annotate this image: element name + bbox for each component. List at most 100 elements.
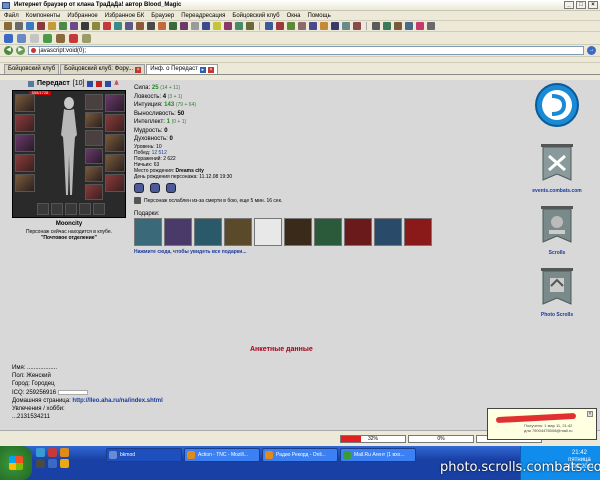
app-icon[interactable] [48,459,57,468]
badge-icon[interactable] [150,183,160,193]
equipment-slot[interactable] [105,114,125,132]
tab-close-icon[interactable]: × [207,66,214,73]
toolbar-icon[interactable] [394,22,402,30]
toolbar-icon[interactable] [276,22,284,30]
toolbar-icon[interactable] [213,22,221,30]
equipment-slot[interactable] [85,148,103,164]
info-icon[interactable] [87,80,94,87]
toolbar-icon[interactable] [298,22,306,30]
toolbar-icon[interactable] [331,22,339,30]
taskbar-item-firefox[interactable]: Action - TNC - Mozill... [184,448,260,462]
gift-item[interactable] [404,218,432,246]
toolbar-icon[interactable] [202,22,210,30]
toolbar-icon[interactable] [224,22,232,30]
sidebar-photo-scrolls[interactable]: Photo Scrolls [530,266,584,318]
tab-fight-club[interactable]: Бойцовский клуб [4,64,60,74]
start-button[interactable] [0,446,32,480]
gift-item[interactable] [224,218,252,246]
back-arrow-icon[interactable]: ◀ [4,46,13,55]
gift-item[interactable] [164,218,192,246]
menu-windows[interactable]: Окна [287,11,301,20]
gift-item[interactable] [314,218,342,246]
toolbar-icon[interactable] [59,22,67,30]
forward-icon[interactable] [17,33,26,43]
sidebar-events[interactable]: events.combats.com [530,142,584,194]
toolbar-icon[interactable] [309,22,317,30]
favorites-icon[interactable] [69,33,78,43]
equipment-slot[interactable] [85,112,103,128]
tab-character-info[interactable]: Инф. о Передаст ▸ × [146,64,218,74]
firefox-icon[interactable] [60,448,69,457]
equipment-slot[interactable] [51,203,63,215]
toolbar-icon[interactable] [191,22,199,30]
gift-item[interactable] [194,218,222,246]
homepage-link[interactable]: http://lleo.aha.ru/na/index.shtml [72,398,162,404]
toolbar-icon[interactable] [125,22,133,30]
equipment-slot[interactable] [105,134,125,152]
settings-icon[interactable] [82,33,91,43]
back-icon[interactable] [4,33,13,43]
equipment-slot[interactable] [85,94,103,110]
maximize-button[interactable]: □ [576,1,586,9]
menu-file[interactable]: Файл [4,11,19,20]
toolbar-icon[interactable] [70,22,78,30]
toolbar-icon[interactable] [180,22,188,30]
taskbar-item-bkmod[interactable]: bkmod [106,448,182,462]
equipment-slot[interactable] [105,174,125,192]
equipment-slot[interactable] [15,154,35,172]
taskbar-item-mailru[interactable]: Mail.Ru Агент (1 вхо... [340,448,416,462]
gift-item[interactable] [254,218,282,246]
equipment-slot[interactable] [15,134,35,152]
menu-components[interactable]: Компоненты [26,11,61,20]
equipment-slot[interactable] [37,203,49,215]
toolbar-icon[interactable] [405,22,413,30]
opera-icon[interactable] [48,448,57,457]
equipment-slot[interactable] [85,130,103,146]
toolbar-icon[interactable] [37,22,45,30]
app-icon[interactable] [60,459,69,468]
equipment-slot[interactable] [15,94,35,112]
menu-browser[interactable]: Браузер [151,11,174,20]
toolbar-icon[interactable] [48,22,56,30]
toolbar-icon[interactable] [169,22,177,30]
toolbar-icon[interactable] [416,22,424,30]
equipment-slot[interactable] [79,203,91,215]
toolbar-icon[interactable] [92,22,100,30]
toolbar-icon[interactable] [15,22,23,30]
equipment-slot[interactable] [105,94,125,112]
equipment-slot[interactable] [15,114,35,132]
ie-icon[interactable] [36,448,45,457]
gift-item[interactable] [374,218,402,246]
badge-icon[interactable] [134,183,144,193]
mail-notification-tooltip[interactable]: × Получено: 1 мар 11, 21:42 для 79004478… [487,408,597,440]
toolbar-icon[interactable] [353,22,361,30]
toolbar-icon[interactable] [158,22,166,30]
toolbar-icon[interactable] [372,22,380,30]
minimize-button[interactable]: _ [564,1,574,9]
toolbar-icon[interactable] [81,22,89,30]
menu-favorites-bk[interactable]: Избранное БК [105,11,145,20]
toolbar-icon[interactable] [114,22,122,30]
stop-icon[interactable] [30,33,39,43]
toolbar-icon[interactable] [246,22,254,30]
toolbar-icon[interactable] [136,22,144,30]
home-icon[interactable] [56,33,65,43]
toolbar-icon[interactable] [26,22,34,30]
equipment-slot[interactable] [85,184,103,200]
gift-item[interactable] [344,218,372,246]
gift-item[interactable] [134,218,162,246]
refresh-icon[interactable] [43,33,52,43]
equipment-slot[interactable] [105,154,125,172]
close-icon[interactable]: × [587,411,593,417]
address-input[interactable]: javascript:void(0); [28,46,584,55]
equipment-slot[interactable] [85,166,103,182]
menu-redirect[interactable]: Переадресация [181,11,225,20]
all-gifts-link[interactable]: Нажмите сюда, чтобы увидеть все подарки.… [134,249,247,255]
toolbar-icon[interactable] [342,22,350,30]
sidebar-logo[interactable] [530,82,584,130]
menu-fight-club[interactable]: Бойцовский клуб [232,11,279,20]
badge-icon[interactable] [166,183,176,193]
sidebar-scrolls[interactable]: Scrolls [530,204,584,256]
menu-favorites[interactable]: Избранное [67,11,97,20]
gift-item[interactable] [284,218,312,246]
